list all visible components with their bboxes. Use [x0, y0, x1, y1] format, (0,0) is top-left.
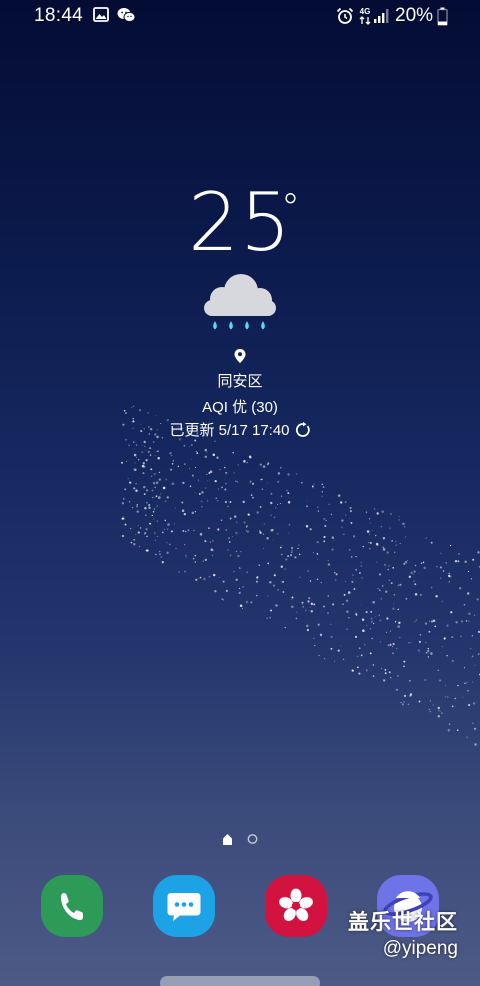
wechat-icon: [117, 7, 136, 28]
messages-app[interactable]: [153, 875, 215, 937]
home-page-dot: [223, 834, 232, 845]
messages-icon: [167, 893, 201, 921]
weather-updated-time: 已更新 5/17 17:40: [169, 422, 290, 439]
degree-symbol: °: [281, 186, 300, 230]
signal-icon: [373, 8, 390, 29]
navigation-handle[interactable]: [160, 976, 320, 986]
page-dot-2: [247, 834, 258, 844]
network-4g-icon: 4G: [358, 6, 372, 31]
rain-cloud-icon[interactable]: [200, 270, 280, 341]
watermark-handle: @yipeng: [382, 938, 458, 959]
weather-updated-row: 已更新 5/17 17:40: [0, 419, 480, 442]
gallery-app[interactable]: [265, 875, 327, 937]
gallery-flower-icon: [279, 888, 313, 922]
network-label: 4G: [360, 7, 371, 16]
phone-app[interactable]: [41, 875, 103, 937]
air-quality-index: AQI 优 (30): [202, 399, 278, 416]
temperature[interactable]: 25 °: [0, 178, 480, 268]
temperature-value: 25: [188, 176, 292, 269]
gallery-icon: [93, 7, 109, 27]
alarm-icon: [336, 7, 354, 30]
phone-icon: [61, 893, 83, 921]
refresh-icon[interactable]: [295, 422, 311, 442]
battery-icon: [437, 7, 448, 31]
watermark-title: 盖乐世社区: [348, 911, 458, 934]
page-indicator[interactable]: [222, 832, 262, 851]
weather-location[interactable]: 同安区: [0, 370, 480, 391]
battery-percent: 20%: [395, 5, 434, 26]
location-pin-icon: [233, 348, 247, 369]
status-bar: 18:44 4G 20%: [0, 0, 480, 34]
status-time: 18:44: [34, 5, 84, 26]
watermark: 盖乐世社区 @yipeng: [348, 906, 458, 960]
